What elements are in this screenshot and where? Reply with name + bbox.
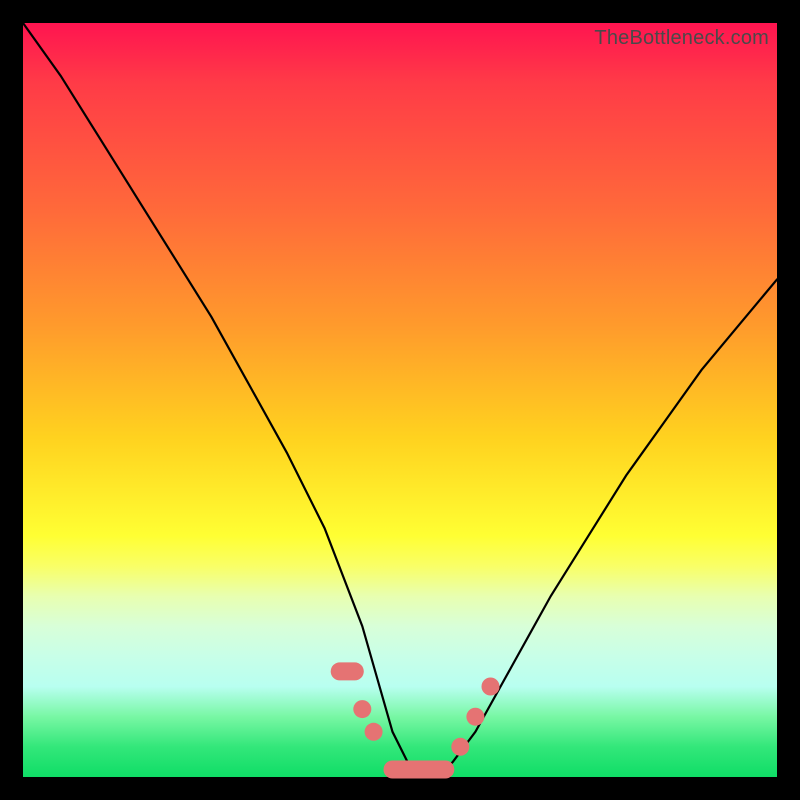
plot-area: TheBottleneck.com <box>23 23 777 777</box>
marker-layer <box>331 662 500 778</box>
curve-marker <box>466 708 484 726</box>
bottleneck-curve <box>23 23 777 777</box>
chart-frame: TheBottleneck.com <box>0 0 800 800</box>
curve-marker-pill <box>331 662 364 680</box>
curve-marker <box>353 700 371 718</box>
curve-marker <box>482 678 500 696</box>
curve-marker <box>365 723 383 741</box>
curve-marker-pill <box>384 761 455 779</box>
curve-layer <box>23 23 777 777</box>
curve-marker <box>451 738 469 756</box>
